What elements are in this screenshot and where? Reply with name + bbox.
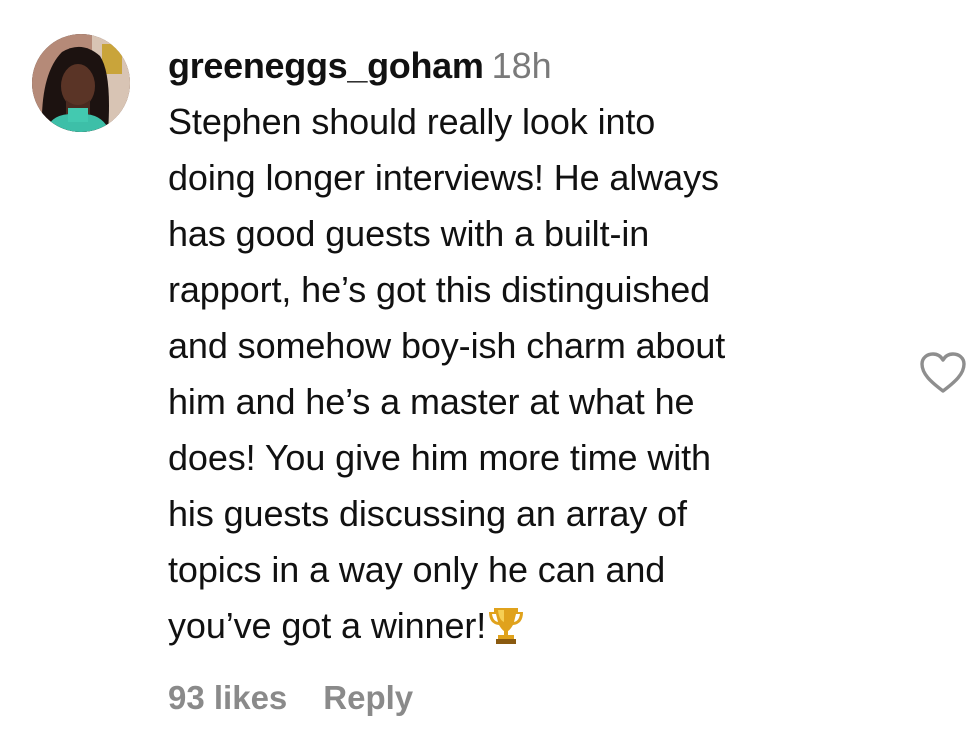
comment-text-line: him and he’s a master at what he	[168, 381, 695, 422]
comment-text-line: topics in a way only he can and	[168, 549, 666, 590]
comment-text-line: rapport, he’s got this distinguished	[168, 269, 711, 310]
comment-text-line: has good guests with a built-in	[168, 213, 650, 254]
reply-button[interactable]: Reply	[323, 679, 413, 716]
avatar-image	[32, 34, 130, 132]
username[interactable]: greeneggs_goham	[168, 45, 484, 86]
comment-body: greeneggs_goham 18h Stephen should really…	[168, 38, 888, 654]
comment-actions: 93 likes Reply	[168, 674, 413, 722]
comment: greeneggs_goham 18h Stephen should really…	[0, 0, 980, 730]
comment-text-line-last: you’ve got a winner!	[168, 598, 888, 654]
trophy-icon	[488, 604, 524, 644]
comment-text: Stephen should really look into doing lo…	[168, 94, 888, 654]
comment-text-line: his guests discussing an array of	[168, 493, 687, 534]
comment-text-line: does! You give him more time with	[168, 437, 711, 478]
comment-header: greeneggs_goham 18h	[168, 38, 888, 94]
like-heart-icon[interactable]	[918, 350, 968, 396]
avatar[interactable]	[32, 34, 130, 132]
comment-text-line: and somehow boy-ish charm about	[168, 325, 726, 366]
comment-text-line: Stephen should really look into	[168, 101, 656, 142]
comment-text-line: doing longer interviews! He always	[168, 157, 719, 198]
likes-count[interactable]: 93 likes	[168, 679, 287, 716]
timestamp[interactable]: 18h	[492, 45, 552, 86]
comment-text-line: you’ve got a winner!	[168, 605, 487, 646]
